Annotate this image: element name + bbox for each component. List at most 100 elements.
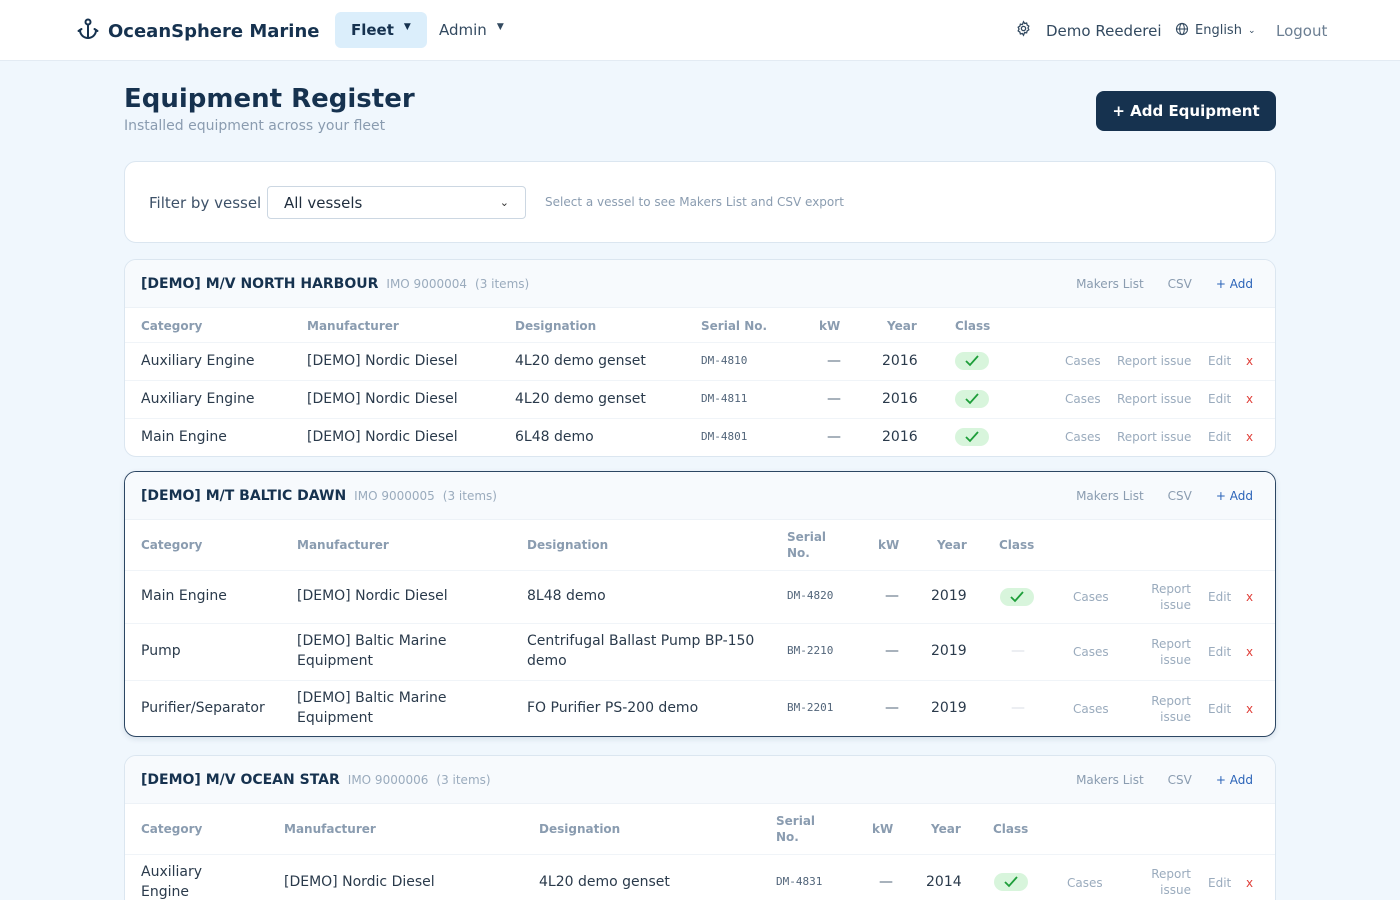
class-check-badge	[994, 873, 1028, 891]
nav-admin-label: Admin	[439, 21, 487, 39]
vessel-filter-value: All vessels	[284, 193, 363, 212]
logout-link[interactable]: Logout	[1276, 0, 1327, 61]
chevron-down-icon: ⌄	[499, 196, 509, 209]
cell-serial: DM-4810	[701, 354, 748, 367]
checkmark-icon	[1010, 591, 1024, 603]
cell-designation: Centrifugal Ballast Pump BP-150 demo	[527, 633, 755, 669]
col-class: Class	[993, 822, 1029, 836]
nav-fleet-label: Fleet	[351, 21, 394, 39]
delete-button[interactable]: x	[1246, 353, 1253, 369]
cell-designation: 4L20 demo genset	[515, 353, 646, 369]
cell-manufacturer: [DEMO] Baltic Marine Equipment	[297, 633, 447, 669]
cell-serial: DM-4831	[776, 875, 823, 888]
vessel-name: [DEMO] M/T BALTIC DAWN	[141, 487, 347, 504]
vessel-imo: IMO 9000006	[347, 772, 429, 787]
add-equipment-button[interactable]: + Add Equipment	[1096, 91, 1276, 131]
col-manufacturer: Manufacturer	[284, 822, 376, 836]
cases-link[interactable]: Cases	[1073, 589, 1109, 605]
col-designation: Designation	[539, 822, 621, 836]
cases-link[interactable]: Cases	[1065, 429, 1101, 445]
edit-link[interactable]: Edit	[1208, 644, 1231, 660]
col-kw: kW	[819, 319, 841, 333]
cell-designation: FO Purifier PS-200 demo	[527, 700, 699, 716]
edit-link[interactable]: Edit	[1208, 391, 1231, 407]
delete-button[interactable]: x	[1246, 644, 1253, 660]
report-issue-link[interactable]: Report issue	[1117, 391, 1191, 407]
language-selector[interactable]: English ⌄	[1175, 0, 1256, 61]
report-issue-link[interactable]: Report issue	[1135, 581, 1191, 613]
edit-link[interactable]: Edit	[1208, 353, 1231, 369]
cell-designation: 4L20 demo genset	[515, 391, 646, 407]
cell-manufacturer: [DEMO] Nordic Diesel	[307, 353, 458, 369]
filter-label: Filter by vessel	[149, 194, 262, 212]
col-kw: kW	[872, 822, 894, 836]
col-serial: Serial No.	[787, 530, 827, 560]
brand-link[interactable]: OceanSphere Marine	[76, 17, 320, 45]
cell-serial: BM-2201	[787, 701, 834, 714]
report-issue-link[interactable]: Report issue	[1135, 693, 1191, 725]
edit-link[interactable]: Edit	[1208, 875, 1231, 891]
nav-admin-dropdown[interactable]: Admin ▼	[439, 12, 504, 48]
nav-fleet-dropdown[interactable]: Fleet ▼	[335, 12, 427, 48]
filter-hint: Select a vessel to see Makers List and C…	[545, 195, 844, 209]
add-item-link[interactable]: + Add	[1216, 773, 1253, 787]
csv-link[interactable]: CSV	[1168, 277, 1192, 291]
gear-icon	[1015, 20, 1032, 41]
anchor-icon	[76, 17, 100, 45]
cell-category: Purifier/Separator	[141, 700, 265, 716]
delete-button[interactable]: x	[1246, 391, 1253, 407]
col-category: Category	[141, 319, 203, 333]
vessel-item-count: (3 items)	[442, 488, 497, 503]
cell-category: Auxiliary Engine	[141, 353, 255, 369]
filter-card: Filter by vessel All vessels ⌄ Select a …	[124, 161, 1276, 243]
add-item-link[interactable]: + Add	[1216, 277, 1253, 291]
delete-button[interactable]: x	[1246, 429, 1253, 445]
report-issue-link[interactable]: Report issue	[1135, 636, 1191, 668]
cases-link[interactable]: Cases	[1065, 391, 1101, 407]
col-serial: Serial No.	[701, 319, 768, 333]
cell-year: 2016	[882, 391, 918, 407]
checkmark-icon	[965, 431, 979, 443]
vessel-item-count: (3 items)	[436, 772, 491, 787]
cases-link[interactable]: Cases	[1073, 701, 1109, 717]
edit-link[interactable]: Edit	[1208, 701, 1231, 717]
cases-link[interactable]: Cases	[1073, 644, 1109, 660]
cases-link[interactable]: Cases	[1065, 353, 1101, 369]
csv-link[interactable]: CSV	[1168, 773, 1192, 787]
makers-list-link[interactable]: Makers List	[1076, 773, 1144, 787]
delete-button[interactable]: x	[1246, 589, 1253, 605]
add-item-link[interactable]: + Add	[1216, 489, 1253, 503]
org-name: Demo Reederei	[1046, 21, 1162, 40]
edit-link[interactable]: Edit	[1208, 429, 1231, 445]
makers-list-link[interactable]: Makers List	[1076, 277, 1144, 291]
col-designation: Designation	[515, 319, 597, 333]
report-issue-link[interactable]: Report issue	[1117, 429, 1191, 445]
cell-year: 2019	[931, 700, 967, 716]
class-empty: —	[1011, 700, 1025, 716]
delete-button[interactable]: x	[1246, 875, 1253, 891]
cell-category: Auxiliary Engine	[141, 391, 255, 407]
csv-link[interactable]: CSV	[1168, 489, 1192, 503]
page-title: Equipment Register	[124, 84, 415, 114]
report-issue-link[interactable]: Report issue	[1117, 353, 1191, 369]
makers-list-link[interactable]: Makers List	[1076, 489, 1144, 503]
brand-name: OceanSphere Marine	[108, 20, 320, 42]
cell-manufacturer: [DEMO] Nordic Diesel	[297, 588, 448, 604]
cell-serial: BM-2210	[787, 644, 834, 657]
caret-down-icon: ▼	[496, 22, 504, 32]
cell-kw: —	[827, 353, 841, 369]
cell-manufacturer: [DEMO] Nordic Diesel	[284, 874, 435, 890]
class-empty: —	[1011, 643, 1025, 659]
edit-link[interactable]: Edit	[1208, 589, 1231, 605]
report-issue-link[interactable]: Report issue	[1135, 866, 1191, 898]
org-settings-link[interactable]: Demo Reederei	[1015, 0, 1162, 61]
delete-button[interactable]: x	[1246, 701, 1253, 717]
cell-serial: DM-4801	[701, 430, 748, 443]
caret-down-icon: ▼	[403, 22, 411, 32]
cell-year: 2016	[882, 353, 918, 369]
cases-link[interactable]: Cases	[1067, 875, 1103, 891]
vessel-filter-select[interactable]: All vessels ⌄	[267, 186, 526, 219]
checkmark-icon	[965, 355, 979, 367]
cell-serial: DM-4820	[787, 589, 834, 602]
cell-kw: —	[885, 700, 899, 716]
